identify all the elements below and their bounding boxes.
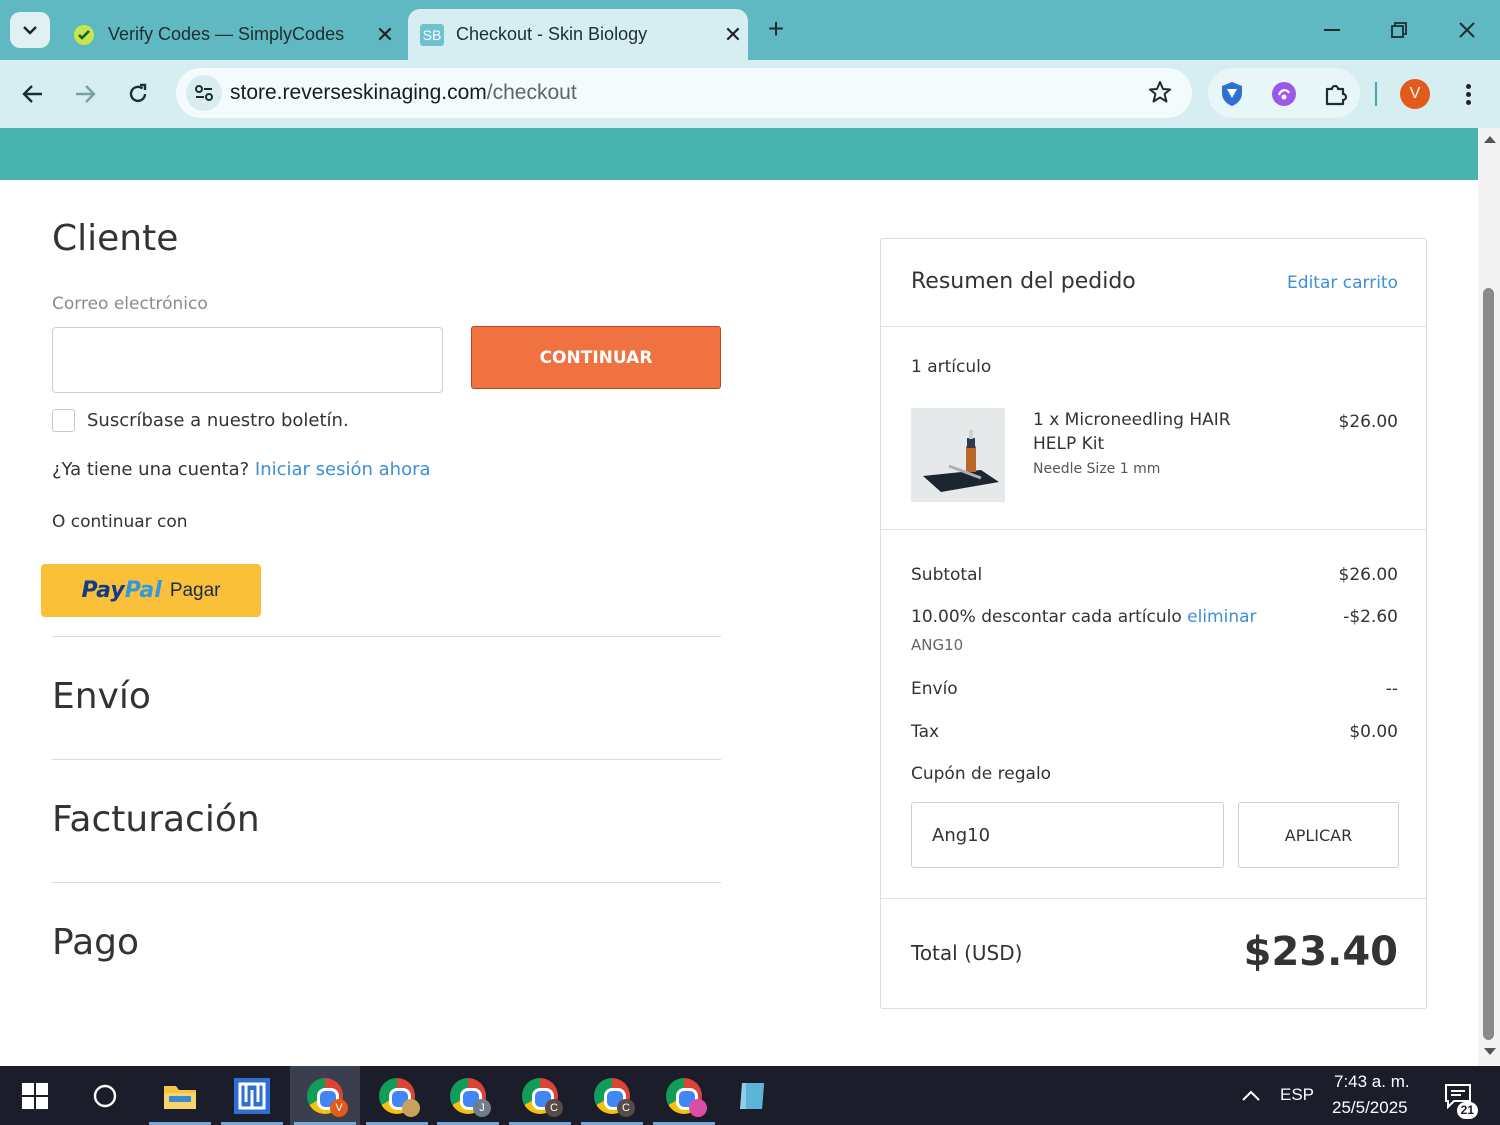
- clock-time[interactable]: 7:43 a. m.: [1334, 1072, 1410, 1092]
- windows-start-icon[interactable]: [0, 1066, 70, 1125]
- tab-title: Checkout - Skin Biology: [456, 24, 648, 44]
- shipping-heading[interactable]: Envío: [52, 676, 151, 717]
- billing-heading[interactable]: Facturación: [52, 799, 260, 840]
- tab-title: Verify Codes — SimplyCodes: [108, 24, 345, 44]
- site-settings-icon[interactable]: [186, 75, 222, 111]
- order-summary-title: Resumen del pedido: [911, 269, 1136, 294]
- chrome-taskbar-2[interactable]: [362, 1066, 432, 1125]
- site-header-banner: [0, 128, 1478, 180]
- bookmark-star-icon[interactable]: [1148, 80, 1172, 109]
- product-variant: Needle Size 1 mm: [1033, 461, 1161, 477]
- chrome-taskbar-c1[interactable]: C: [505, 1066, 575, 1125]
- browser-toolbar: store.reverseskinaging.com/checkout V: [0, 60, 1500, 128]
- new-tab-plus-icon[interactable]: +: [760, 14, 792, 46]
- address-bar[interactable]: store.reverseskinaging.com/checkout: [176, 68, 1192, 118]
- input-language[interactable]: ESP: [1280, 1085, 1314, 1105]
- paypal-button[interactable]: Pay Pal Pagar: [41, 564, 261, 617]
- discount-value: -$2.60: [1343, 607, 1398, 627]
- remove-discount-link[interactable]: eliminar: [1187, 607, 1256, 627]
- email-field[interactable]: [52, 327, 443, 393]
- close-window-icon[interactable]: [1442, 12, 1492, 48]
- customer-heading: Cliente: [52, 218, 179, 259]
- subtotal-value: $26.00: [1338, 565, 1398, 585]
- newsletter-label: Suscríbase a nuestro boletín.: [87, 410, 349, 431]
- notification-count: 21: [1456, 1102, 1478, 1119]
- order-summary-panel: Resumen del pedido Editar carrito 1 artí…: [880, 238, 1427, 1009]
- section-divider: [52, 759, 721, 760]
- chrome-taskbar-j[interactable]: J: [433, 1066, 503, 1125]
- tab-search-button[interactable]: [10, 12, 50, 48]
- summary-divider: [881, 326, 1426, 327]
- paypal-logo-part2: Pal: [124, 578, 162, 603]
- coupon-input[interactable]: [911, 802, 1224, 868]
- tab-checkout[interactable]: SB Checkout - Skin Biology ✕: [408, 9, 748, 60]
- profile-avatar[interactable]: V: [1400, 79, 1430, 109]
- scroll-up-arrow-icon[interactable]: [1484, 136, 1496, 143]
- toolbar-divider: [1375, 82, 1377, 106]
- continue-button[interactable]: CONTINUAR: [471, 326, 721, 389]
- gift-coupon-link[interactable]: Cupón de regalo: [911, 764, 1051, 784]
- simplycodes-favicon-icon: [72, 23, 96, 47]
- back-arrow-icon[interactable]: [13, 74, 53, 114]
- more-menu-icon[interactable]: [1456, 76, 1480, 112]
- paypal-pay-label: Pagar: [169, 579, 221, 601]
- account-question: ¿Ya tiene una cuenta? Iniciar sesión aho…: [52, 459, 431, 480]
- reload-icon[interactable]: [118, 74, 158, 114]
- chrome-taskbar-6[interactable]: [649, 1066, 719, 1125]
- clock-date[interactable]: 25/5/2025: [1332, 1098, 1408, 1118]
- summary-divider: [881, 898, 1426, 899]
- notes-app-icon[interactable]: [718, 1066, 788, 1125]
- tax-value: $0.00: [1349, 722, 1398, 742]
- forward-arrow-icon[interactable]: [65, 74, 105, 114]
- or-continue-text: O continuar con: [52, 512, 188, 532]
- close-tab-icon[interactable]: ✕: [370, 22, 400, 48]
- section-divider: [52, 882, 721, 883]
- tab-simplycodes[interactable]: Verify Codes — SimplyCodes ✕: [60, 9, 400, 60]
- url-text: store.reverseskinaging.com/checkout: [230, 81, 577, 104]
- windows-taskbar: V J C C ESP 7:43 a. m. 25/5/2025 21: [0, 1066, 1500, 1125]
- item-count: 1 artículo: [911, 357, 992, 377]
- total-label: Total (USD): [911, 941, 1023, 965]
- chevron-down-icon: [23, 26, 37, 35]
- product-price: $26.00: [1338, 412, 1398, 432]
- login-link[interactable]: Iniciar sesión ahora: [255, 459, 431, 480]
- summary-divider: [881, 529, 1426, 530]
- paypal-logo-part1: Pay: [81, 578, 125, 603]
- shipping-label: Envío: [911, 679, 958, 699]
- product-image[interactable]: [911, 408, 1005, 502]
- newsletter-checkbox[interactable]: [52, 409, 75, 432]
- close-tab-icon[interactable]: ✕: [718, 22, 748, 48]
- cortana-search-icon[interactable]: [70, 1066, 140, 1125]
- tax-label: Tax: [911, 722, 940, 742]
- shipping-value: --: [1385, 679, 1398, 699]
- notifications-icon[interactable]: 21: [1428, 1066, 1488, 1125]
- file-explorer-icon[interactable]: [145, 1066, 215, 1125]
- chrome-taskbar-v[interactable]: V: [290, 1066, 360, 1125]
- skin-biology-favicon-icon: SB: [420, 23, 444, 47]
- purple-extension-icon[interactable]: [1270, 80, 1298, 108]
- edit-cart-link[interactable]: Editar carrito: [1287, 273, 1398, 293]
- apply-coupon-button[interactable]: APLICAR: [1238, 802, 1399, 868]
- scroll-down-arrow-icon[interactable]: [1484, 1048, 1496, 1055]
- extensions-group: [1208, 68, 1360, 118]
- scrollbar-thumb[interactable]: [1483, 288, 1494, 1040]
- shield-extension-icon[interactable]: [1218, 80, 1246, 108]
- total-value: $23.40: [1243, 929, 1398, 975]
- email-label: Correo electrónico: [52, 294, 208, 314]
- browser-tab-bar: Verify Codes — SimplyCodes ✕ SB Checkout…: [0, 0, 1500, 60]
- subtotal-label: Subtotal: [911, 565, 983, 585]
- minimize-window-icon[interactable]: [1307, 12, 1357, 48]
- discount-code: ANG10: [911, 636, 964, 654]
- maze-app-icon[interactable]: [217, 1066, 287, 1125]
- product-name: 1 x Microneedling HAIR HELP Kit: [1033, 410, 1231, 454]
- discount-label: 10.00% descontar cada artículo eliminar: [911, 607, 1257, 627]
- show-hidden-icons-chevron-icon[interactable]: [1216, 1066, 1286, 1125]
- restore-window-icon[interactable]: [1374, 12, 1424, 48]
- puzzle-extensions-icon[interactable]: [1322, 80, 1350, 108]
- chrome-taskbar-c2[interactable]: C: [577, 1066, 647, 1125]
- section-divider: [52, 636, 721, 637]
- payment-heading[interactable]: Pago: [52, 922, 139, 963]
